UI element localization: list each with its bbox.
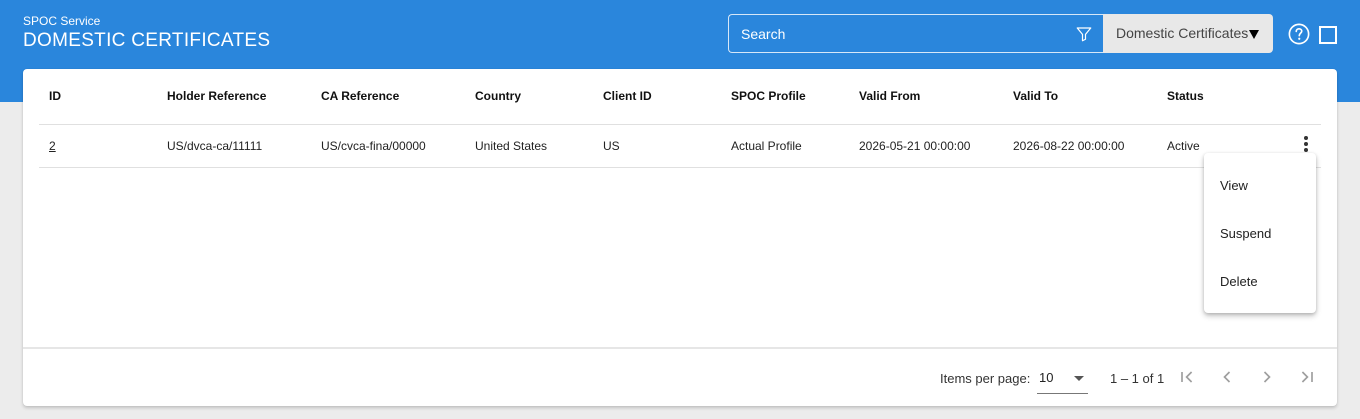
- menu-item-suspend[interactable]: Suspend: [1220, 226, 1271, 241]
- column-header-country[interactable]: Country: [475, 89, 521, 103]
- items-per-page-select[interactable]: 10: [1037, 365, 1088, 394]
- column-header-id[interactable]: ID: [49, 89, 61, 103]
- certificate-type-select[interactable]: Domestic Certificates: [1103, 14, 1273, 53]
- items-per-page-label: Items per page:: [940, 371, 1031, 386]
- service-name: SPOC Service: [23, 14, 101, 28]
- app-root: SPOC Service DOMESTIC CERTIFICATES Domes…: [0, 0, 1360, 419]
- row-actions-menu: View Suspend Delete: [1204, 153, 1316, 313]
- dropdown-arrow-icon: [1074, 376, 1084, 381]
- cell-ca-reference: US/cvca-fina/00000: [321, 139, 426, 153]
- column-header-valid-to[interactable]: Valid To: [1013, 89, 1058, 103]
- column-header-spoc-profile[interactable]: SPOC Profile: [731, 89, 806, 103]
- cell-client-id: US: [603, 139, 620, 153]
- search-field[interactable]: [728, 14, 1103, 53]
- items-per-page-value: 10: [1039, 370, 1054, 385]
- square-icon[interactable]: [1319, 26, 1337, 44]
- help-circle-icon[interactable]: [1288, 23, 1310, 45]
- brand: SPOC Service DOMESTIC CERTIFICATES: [23, 14, 270, 52]
- dropdown-arrow-icon: [1249, 30, 1259, 39]
- cell-country: United States: [475, 139, 548, 153]
- paginator-divider: [23, 347, 1337, 349]
- chevron-left-icon[interactable]: [1217, 367, 1237, 387]
- certificates-table-card: ID Holder Reference CA Reference Country…: [23, 69, 1337, 406]
- column-header-status[interactable]: Status: [1167, 89, 1204, 103]
- page-title: DOMESTIC CERTIFICATES: [23, 30, 271, 51]
- certificate-type-value: Domestic Certificates: [1116, 25, 1249, 41]
- chevron-right-icon[interactable]: [1257, 367, 1277, 387]
- cell-id-link[interactable]: 2: [49, 139, 56, 153]
- cell-spoc-profile: Actual Profile: [731, 139, 802, 153]
- cell-status: Active: [1167, 139, 1200, 153]
- paginator-range-label: 1 – 1 of 1: [1110, 371, 1165, 386]
- cell-valid-from: 2026-05-21 00:00:00: [859, 139, 971, 153]
- menu-item-delete[interactable]: Delete: [1220, 274, 1258, 289]
- row-divider: [39, 167, 1321, 168]
- search-input[interactable]: [729, 15, 1103, 52]
- menu-item-view[interactable]: View: [1220, 178, 1248, 193]
- last-page-icon[interactable]: [1297, 367, 1317, 387]
- column-header-holder-reference[interactable]: Holder Reference: [167, 89, 266, 103]
- column-header-valid-from[interactable]: Valid From: [859, 89, 920, 103]
- cell-holder-reference: US/dvca-ca/11111: [167, 139, 263, 153]
- first-page-icon[interactable]: [1177, 367, 1197, 387]
- header-divider: [39, 124, 1321, 125]
- column-header-client-id[interactable]: Client ID: [603, 89, 652, 103]
- filter-icon[interactable]: [1075, 25, 1093, 43]
- column-header-ca-reference[interactable]: CA Reference: [321, 89, 399, 103]
- cell-valid-to: 2026-08-22 00:00:00: [1013, 139, 1125, 153]
